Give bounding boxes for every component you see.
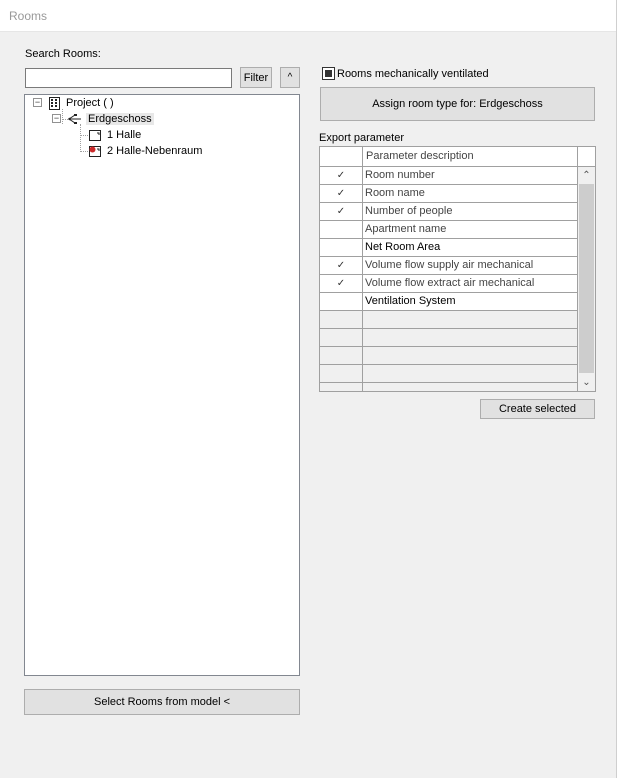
row-description[interactable]: Ventilation System [363, 293, 578, 311]
row-description[interactable]: Room name [363, 185, 578, 203]
tree-item-room[interactable]: 2 Halle-Nebenraum [89, 143, 202, 159]
row-description[interactable]: Net Room Area [363, 239, 578, 257]
room-warning-icon [89, 145, 101, 157]
scroll-up-icon[interactable]: ⌃ [578, 167, 595, 184]
level-icon [68, 113, 82, 125]
collapse-level-icon[interactable]: − [52, 114, 61, 123]
collapse-project-icon[interactable]: − [33, 98, 42, 107]
ventilated-checkbox[interactable] [322, 67, 335, 80]
select-rooms-button[interactable]: Select Rooms from model < [24, 689, 300, 715]
table-row[interactable]: Apartment name [320, 221, 578, 239]
table-row[interactable]: ✓ Room name [320, 185, 578, 203]
header-parameter-description[interactable]: Parameter description [363, 147, 578, 167]
tree-connector [80, 151, 88, 152]
scrollbar-thumb[interactable] [579, 184, 594, 373]
tree-item-label: Erdgeschoss [86, 113, 154, 125]
room-tree[interactable]: − Project ( ) − Erdgeschoss 1 Halle 2 Ha… [24, 94, 300, 676]
table-row[interactable]: ✓ Volume flow extract air mechanical [320, 275, 578, 293]
tree-item-project[interactable]: Project ( ) [49, 95, 114, 111]
tree-connector [80, 124, 81, 152]
window-title: Rooms [9, 9, 48, 23]
search-input[interactable] [25, 68, 232, 88]
grid-scrollbar[interactable]: ⌃ ⌄ [578, 167, 595, 391]
tree-item-room[interactable]: 1 Halle [89, 127, 141, 143]
title-bar: Rooms [0, 0, 617, 32]
table-row[interactable]: ✓ Room number [320, 167, 578, 185]
table-row[interactable]: Net Room Area [320, 239, 578, 257]
empty-row [320, 347, 578, 365]
table-row[interactable]: ✓ Volume flow supply air mechanical [320, 257, 578, 275]
search-label: Search Rooms: [25, 48, 101, 60]
row-checkbox[interactable]: ✓ [320, 257, 363, 275]
row-checkbox[interactable] [320, 221, 363, 239]
empty-row [320, 365, 578, 383]
row-description[interactable]: Apartment name [363, 221, 578, 239]
tree-item-label: Project ( ) [66, 97, 114, 109]
grid-header: Parameter description [320, 147, 595, 167]
tree-connector [62, 109, 63, 124]
assign-room-type-button[interactable]: Assign room type for: Erdgeschoss [320, 87, 595, 121]
row-description[interactable]: Number of people [363, 203, 578, 221]
row-checkbox[interactable]: ✓ [320, 203, 363, 221]
ventilated-label: Rooms mechanically ventilated [337, 68, 489, 80]
row-checkbox[interactable] [320, 293, 363, 311]
empty-row [320, 383, 578, 391]
export-parameter-grid[interactable]: Parameter description ✓ Room number ✓ Ro… [319, 146, 596, 392]
collapse-button[interactable]: ^ [280, 67, 300, 88]
filter-button[interactable]: Filter [240, 67, 272, 88]
tree-item-level[interactable]: Erdgeschoss [68, 111, 154, 127]
tree-item-label: 1 Halle [107, 129, 142, 141]
table-row[interactable]: ✓ Number of people [320, 203, 578, 221]
tree-item-label: 2 Halle-Nebenraum [107, 145, 203, 157]
tree-connector [80, 135, 88, 136]
empty-row [320, 311, 578, 329]
row-description[interactable]: Room number [363, 167, 578, 185]
room-icon [89, 129, 101, 141]
building-icon [49, 96, 60, 110]
scroll-down-icon[interactable]: ⌄ [578, 374, 595, 391]
row-checkbox[interactable]: ✓ [320, 185, 363, 203]
empty-row [320, 329, 578, 347]
export-parameter-label: Export parameter [319, 132, 404, 144]
row-description[interactable]: Volume flow extract air mechanical [363, 275, 578, 293]
row-description[interactable]: Volume flow supply air mechanical [363, 257, 578, 275]
row-checkbox[interactable]: ✓ [320, 167, 363, 185]
table-row[interactable]: Ventilation System [320, 293, 578, 311]
header-check-column[interactable] [320, 147, 363, 167]
create-selected-button[interactable]: Create selected [480, 399, 595, 419]
row-checkbox[interactable] [320, 239, 363, 257]
row-checkbox[interactable]: ✓ [320, 275, 363, 293]
